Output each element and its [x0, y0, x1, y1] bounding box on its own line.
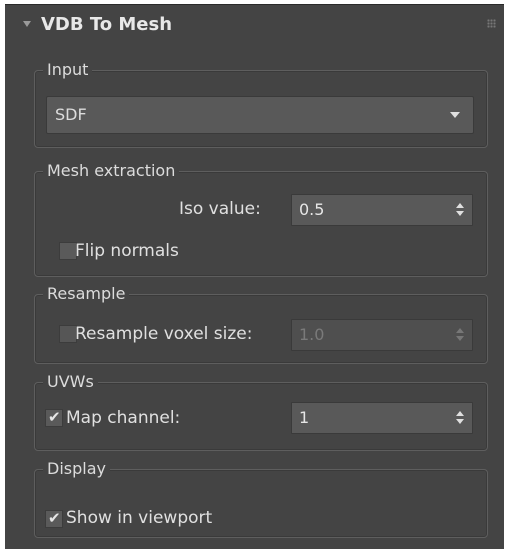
spinner-arrows-icon[interactable]: [456, 203, 464, 217]
checkmark-icon: ✔: [48, 408, 61, 426]
flip-normals-label[interactable]: Flip normals: [75, 241, 179, 261]
resample-group: Resample Resample voxel size: 1.0: [34, 283, 488, 364]
spin-up-icon[interactable]: [456, 203, 464, 208]
checkmark-icon: ✔: [48, 509, 61, 527]
input-source-value: SDF: [55, 105, 87, 124]
spin-up-icon[interactable]: [456, 411, 464, 416]
grip-dots-icon[interactable]: [487, 19, 496, 28]
map-channel-label[interactable]: Map channel:: [66, 408, 180, 428]
input-group-label: Input: [43, 59, 93, 81]
spinner-arrows-icon[interactable]: [456, 411, 464, 425]
display-group: Display ✔ Show in viewport: [34, 458, 488, 538]
resample-voxel-size-field[interactable]: 1.0: [299, 325, 324, 344]
map-channel-checkbox[interactable]: ✔: [45, 408, 63, 427]
resample-voxel-size-spinner[interactable]: 1.0: [291, 319, 473, 351]
input-source-dropdown[interactable]: SDF: [46, 96, 474, 134]
iso-value-label: Iso value:: [179, 199, 261, 219]
uvws-group-label: UVWs: [43, 371, 98, 393]
rollout-title: VDB To Mesh: [41, 14, 173, 35]
uvws-group: UVWs ✔ Map channel: 1: [34, 371, 488, 451]
iso-value-spinner[interactable]: 0.5: [291, 194, 473, 226]
resample-voxel-size-label[interactable]: Resample voxel size:: [75, 324, 252, 344]
show-in-viewport-checkbox[interactable]: ✔: [45, 509, 63, 528]
spin-down-icon[interactable]: [456, 211, 464, 216]
map-channel-spinner[interactable]: 1: [291, 402, 473, 434]
vdb-to-mesh-panel: VDB To Mesh Input SDF Mesh extraction Is…: [5, 4, 504, 549]
show-in-viewport-label[interactable]: Show in viewport: [66, 508, 212, 528]
mesh-extraction-group-label: Mesh extraction: [43, 160, 180, 182]
triangle-down-icon[interactable]: [23, 21, 31, 27]
spinner-arrows-icon[interactable]: [456, 328, 464, 342]
spin-down-icon[interactable]: [456, 419, 464, 424]
rollout-header[interactable]: VDB To Mesh: [5, 5, 504, 45]
input-group: Input SDF: [34, 59, 488, 148]
spin-up-icon[interactable]: [456, 328, 464, 333]
map-channel-field[interactable]: 1: [299, 408, 309, 427]
spin-down-icon[interactable]: [456, 336, 464, 341]
chevron-down-icon: [450, 112, 460, 118]
iso-value-field[interactable]: 0.5: [299, 200, 324, 219]
resample-group-label: Resample: [43, 283, 130, 305]
mesh-extraction-group: Mesh extraction Iso value: 0.5 Flip norm…: [34, 160, 488, 277]
display-group-label: Display: [43, 458, 110, 480]
